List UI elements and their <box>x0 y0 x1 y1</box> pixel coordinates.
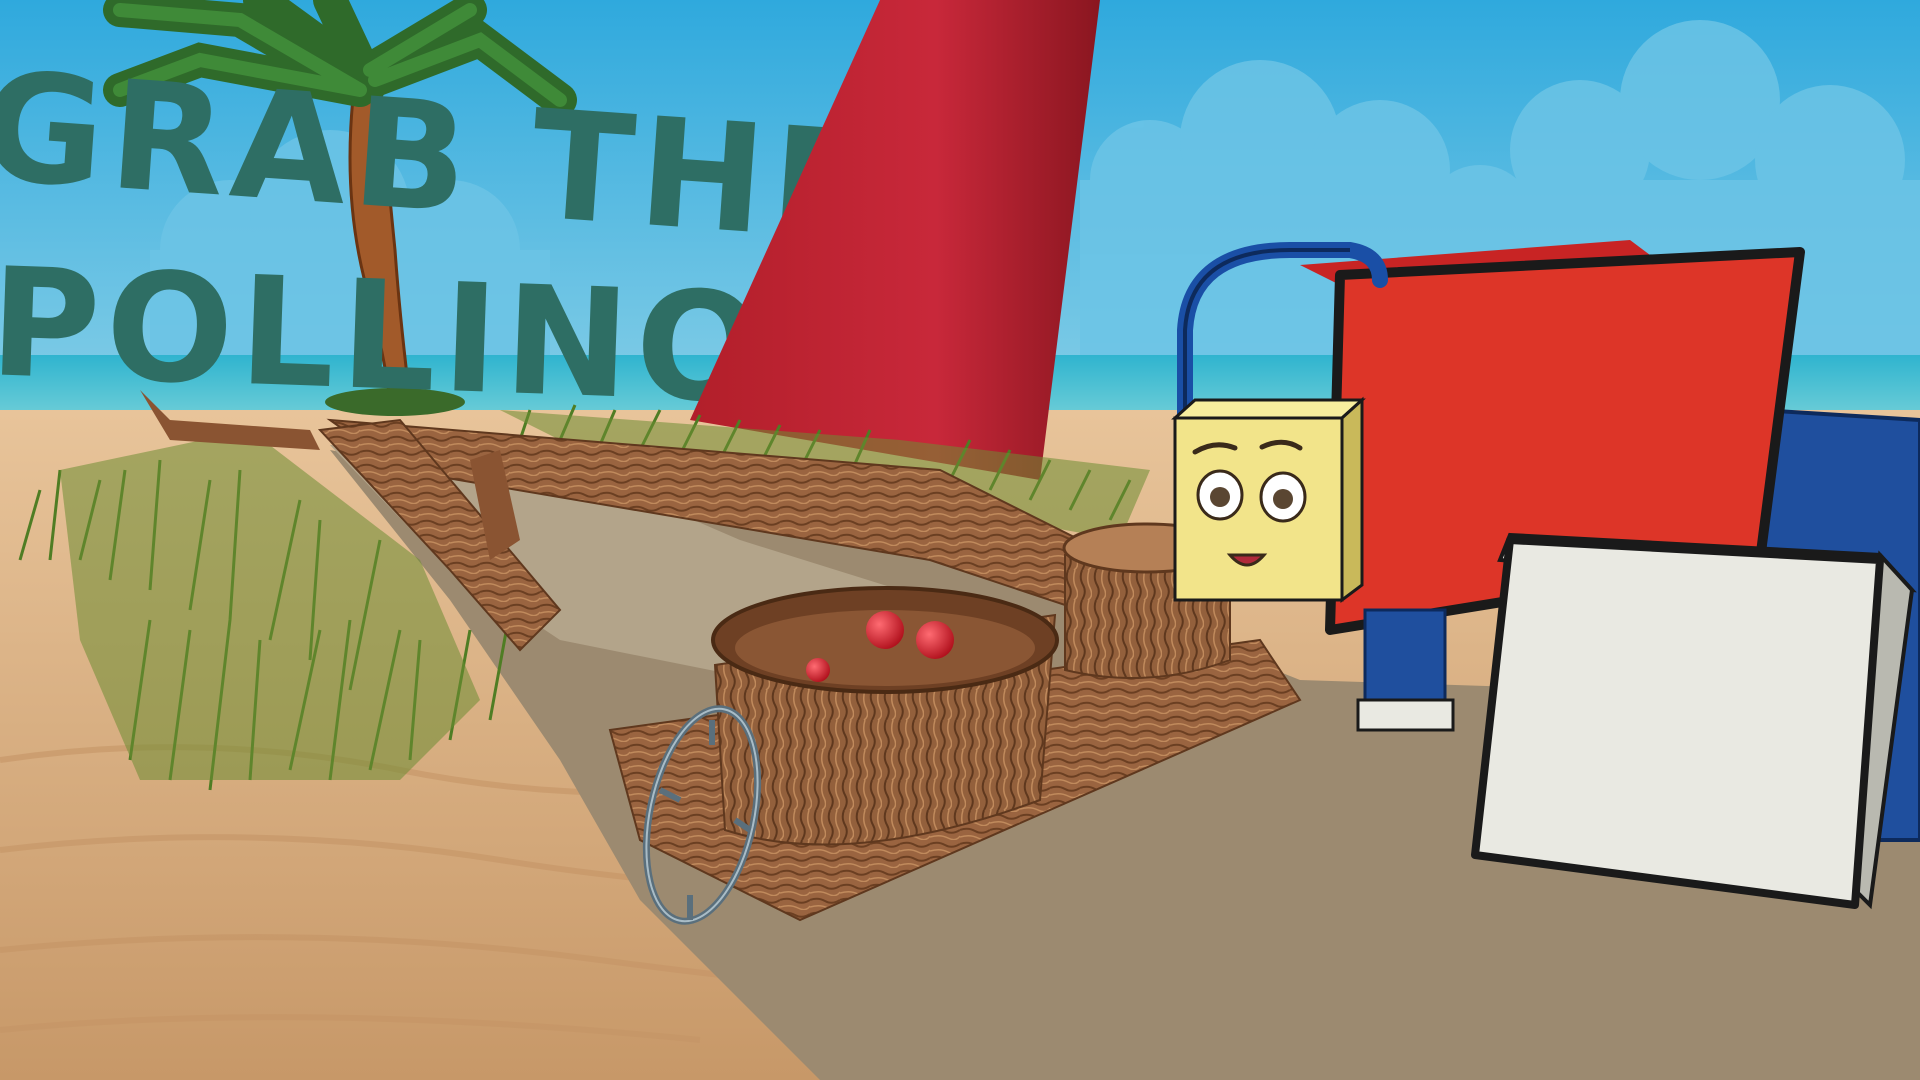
pollen-ball[interactable] <box>866 611 904 649</box>
character-head[interactable] <box>1171 396 1366 603</box>
game-viewport[interactable]: GRAB THE POLLINO <box>0 0 1920 1080</box>
white-block <box>1471 532 1917 910</box>
title-line-2: POLLINO <box>0 236 772 437</box>
pollen-ball[interactable] <box>806 658 830 682</box>
pollen-ball[interactable] <box>916 621 954 659</box>
character-legs <box>1356 608 1455 732</box>
